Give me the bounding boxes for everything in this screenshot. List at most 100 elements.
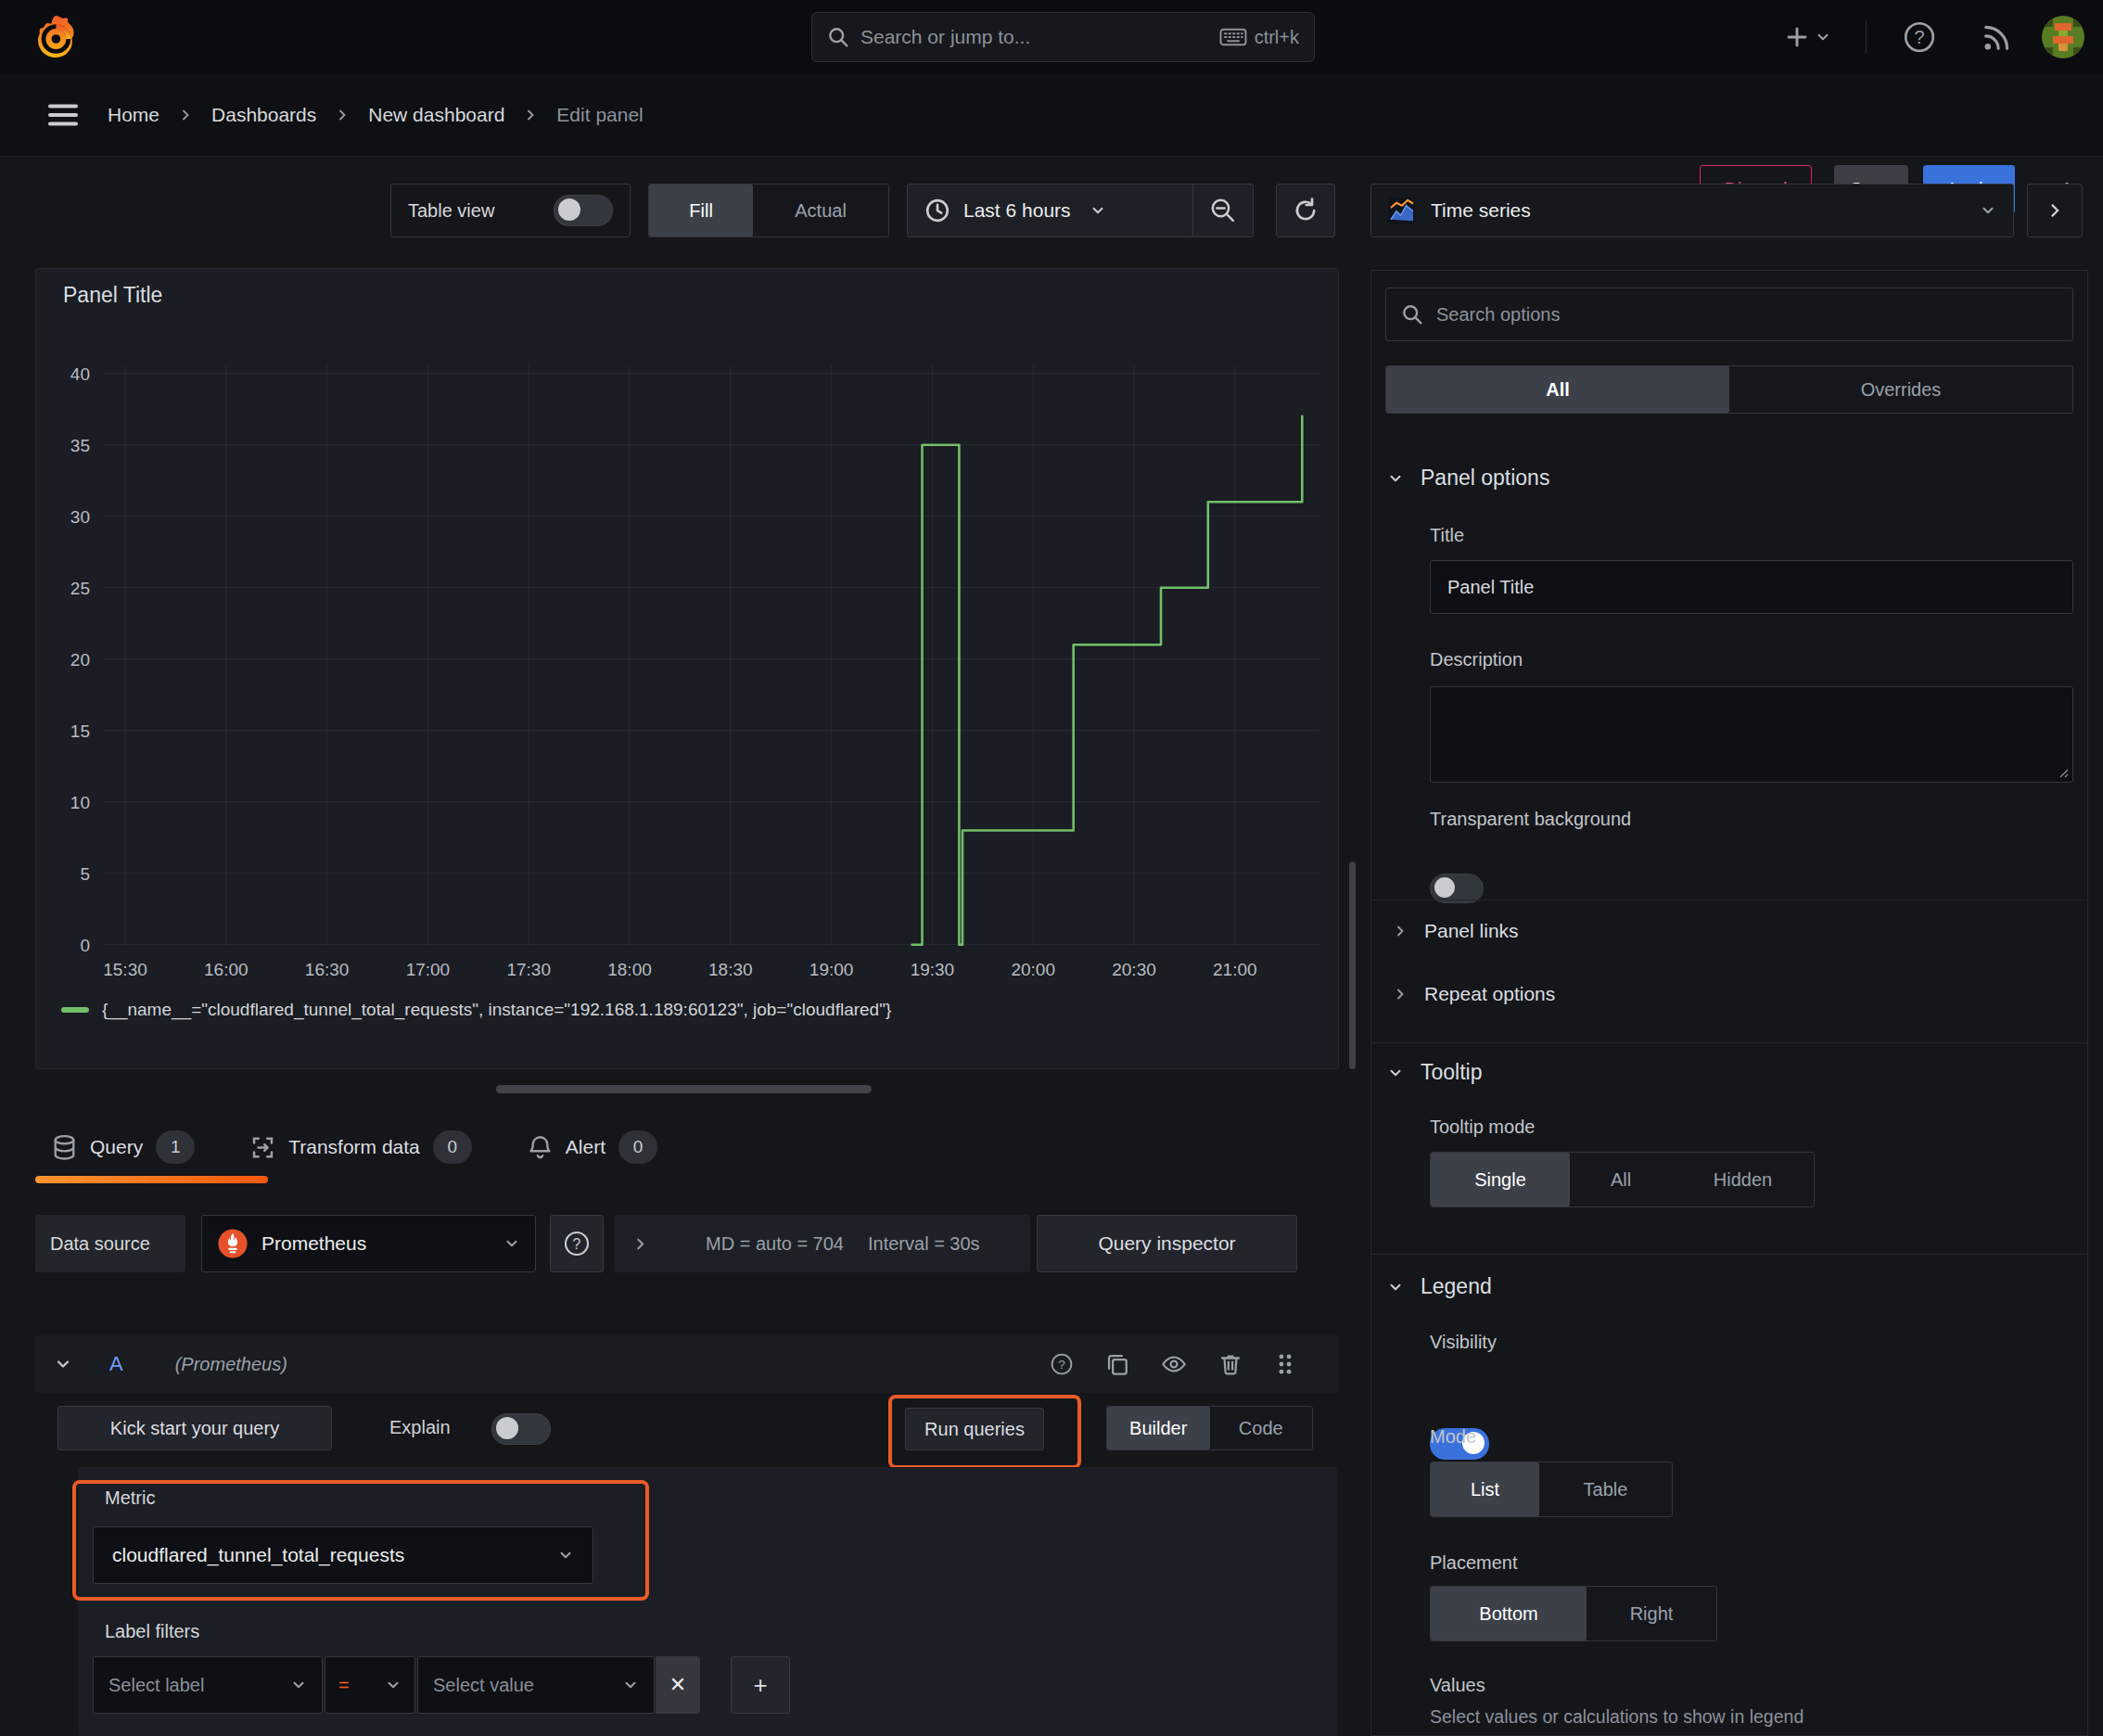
fill-option[interactable]: Fill [649,185,753,236]
query-row-actions: ? [1050,1352,1296,1376]
actual-option[interactable]: Actual [753,185,888,236]
breadcrumb-bar: Home Dashboards New dashboard Edit panel… [0,74,2103,157]
placement-label: Placement [1430,1552,1518,1574]
grafana-edit-panel-page: Search or jump to... ctrl+k ? [0,0,2103,1736]
svg-text:?: ? [573,1236,581,1252]
tab-all[interactable]: All [1386,366,1729,413]
scrollbar-thumb[interactable] [1349,862,1356,1069]
svg-text:35: 35 [70,436,90,455]
help-circle-icon: ? [563,1230,591,1257]
chevron-down-icon [1387,1065,1404,1081]
grafana-logo[interactable] [33,13,78,61]
select-value-dropdown[interactable]: Select value [417,1656,655,1714]
breadcrumb-edit-panel: Edit panel [556,104,643,126]
run-queries-button[interactable]: Run queries [905,1408,1044,1450]
datasource-picker[interactable]: Prometheus [201,1215,536,1272]
operator-dropdown[interactable]: = [325,1656,415,1714]
breadcrumb-dashboards[interactable]: Dashboards [211,104,316,126]
resize-corner-icon [2057,766,2070,779]
table-view-toggle[interactable] [554,195,613,226]
trash-icon[interactable] [1218,1352,1243,1376]
menu-icon[interactable] [46,100,80,130]
help-icon[interactable]: ? [1903,20,1936,54]
time-series-chart[interactable]: 051015202530354015:3016:0016:3017:0017:3… [36,269,1338,1068]
visualization-picker[interactable]: Time series [1370,184,2014,237]
visualization-name: Time series [1431,199,1965,222]
zoom-out-button[interactable] [1193,185,1253,236]
top-nav: Search or jump to... ctrl+k ? [0,0,2103,74]
builder-option[interactable]: Builder [1107,1407,1210,1449]
refresh-icon [1292,197,1319,224]
tooltip-mode-label: Tooltip mode [1430,1117,1535,1138]
topnav-divider [1866,20,1867,54]
tab-transform[interactable]: Transform data 0 [223,1130,500,1164]
mode-list[interactable]: List [1431,1462,1539,1516]
metric-select[interactable]: cloudflared_tunnel_total_requests [93,1526,593,1584]
eye-icon[interactable] [1161,1352,1187,1376]
tab-query[interactable]: Query 1 [35,1130,223,1164]
search-options-input[interactable]: Search options [1385,287,2073,341]
svg-text:?: ? [1914,27,1924,47]
legend-swatch [61,1007,89,1013]
placement-bottom[interactable]: Bottom [1431,1587,1587,1640]
chart-legend[interactable]: {__name__="cloudflared_tunnel_total_requ… [61,1000,891,1020]
tooltip-all[interactable]: All [1570,1153,1672,1206]
code-option[interactable]: Code [1210,1407,1313,1449]
chevron-right-icon [178,108,193,122]
time-range-picker[interactable]: Last 6 hours [908,185,1192,236]
add-filter-button[interactable]: + [731,1656,790,1714]
query-inspector-button[interactable]: Query inspector [1037,1215,1297,1272]
svg-text:20:00: 20:00 [1011,960,1055,979]
title-input[interactable]: Panel Title [1430,560,2073,614]
legend-label: {__name__="cloudflared_tunnel_total_requ… [102,1000,891,1020]
tooltip-section[interactable]: Tooltip [1387,1060,1482,1085]
help-circle-icon[interactable]: ? [1050,1352,1074,1376]
duplicate-icon[interactable] [1105,1352,1129,1376]
breadcrumb-new-dashboard[interactable]: New dashboard [368,104,504,126]
resize-handle[interactable] [496,1085,872,1093]
bell-icon [528,1134,553,1161]
chevron-down-icon[interactable] [54,1355,72,1373]
search-icon [1401,303,1423,326]
query-row-header[interactable]: A (Prometheus) ? [35,1335,1339,1393]
chevron-down-icon [1980,202,1996,219]
tooltip-single[interactable]: Single [1431,1153,1570,1206]
tab-alert[interactable]: Alert 0 [500,1130,685,1164]
new-menu-button[interactable] [1785,19,1831,56]
mode-table[interactable]: Table [1539,1462,1672,1516]
zoom-out-icon [1209,197,1237,224]
svg-text:0: 0 [80,936,90,955]
news-rss-icon[interactable] [1981,22,2012,54]
prometheus-icon [217,1228,249,1259]
avatar[interactable] [2042,16,2084,58]
kick-start-button[interactable]: Kick start your query [57,1406,332,1450]
metric-label: Metric [105,1487,155,1509]
values-hint: Select values or calculations to show in… [1430,1706,1803,1728]
panel-links-section[interactable]: Panel links [1393,920,1519,942]
search-shortcut: ctrl+k [1219,27,1299,48]
tooltip-hidden[interactable]: Hidden [1672,1153,1814,1206]
refresh-button[interactable] [1276,184,1335,237]
breadcrumb-home[interactable]: Home [108,104,159,126]
global-search[interactable]: Search or jump to... ctrl+k [811,12,1315,62]
timeseries-icon [1388,197,1416,224]
database-icon [52,1134,77,1161]
description-textarea[interactable] [1430,686,2073,783]
builder-code-segmented: Builder Code [1106,1406,1313,1450]
title-label: Title [1430,525,1464,546]
section-divider [1371,1254,2087,1255]
remove-filter-button[interactable]: ✕ [656,1656,700,1714]
placement-right[interactable]: Right [1587,1587,1716,1640]
legend-section[interactable]: Legend [1387,1274,1492,1299]
panel-options-section[interactable]: Panel options [1387,466,1549,491]
repeat-options-section[interactable]: Repeat options [1393,983,1555,1005]
tab-overrides[interactable]: Overrides [1729,366,2072,413]
query-ref-id[interactable]: A [109,1352,123,1376]
select-label-dropdown[interactable]: Select label [93,1656,323,1714]
drag-handle-icon[interactable] [1274,1352,1296,1376]
datasource-name: Prometheus [261,1232,491,1255]
explain-toggle[interactable] [491,1413,551,1445]
chevron-right-icon[interactable] [632,1236,648,1252]
datasource-help-button[interactable]: ? [550,1215,604,1272]
collapse-options-button[interactable] [2027,184,2083,237]
